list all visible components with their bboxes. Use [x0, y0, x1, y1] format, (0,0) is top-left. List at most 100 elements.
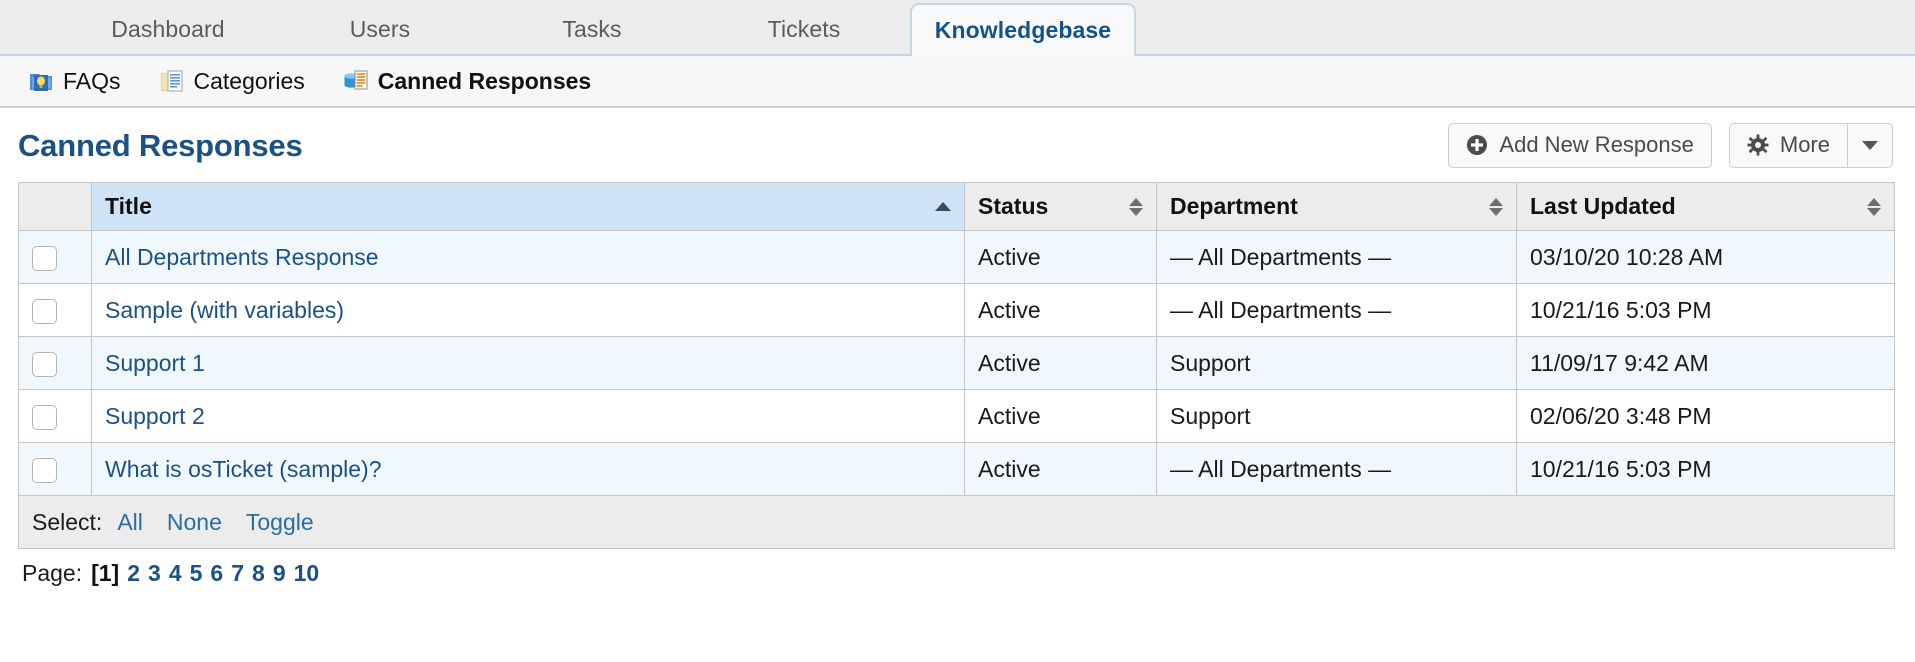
table-row: What is osTicket (sample)? Active — All …: [18, 442, 1895, 496]
subnav-item-canned-responses-label: Canned Responses: [377, 67, 592, 94]
row-department-cell: — All Departments —: [1156, 283, 1517, 337]
table-row: Sample (with variables) Active — All Dep…: [18, 283, 1895, 337]
column-header-status-label: Status: [978, 193, 1049, 219]
more-button-group: More: [1728, 122, 1893, 168]
tab-knowledgebase[interactable]: Knowledgebase: [910, 3, 1136, 56]
row-title-cell: All Departments Response: [91, 230, 965, 284]
knowledgebase-subnav: FAQs Categories Canned Responses: [0, 56, 1915, 108]
pagination-page-7[interactable]: 7: [231, 560, 244, 587]
table-row: Support 2 Active Support 02/06/20 3:48 P…: [18, 389, 1895, 443]
canned-responses-table-container: Title Status Department Last Updated All…: [0, 182, 1915, 549]
pagination-label: Page:: [22, 560, 83, 586]
pagination-page-8[interactable]: 8: [252, 560, 265, 587]
row-updated-cell: 03/10/20 10:28 AM: [1516, 230, 1895, 284]
canned-responses-icon: [343, 68, 369, 94]
pagination-page-10[interactable]: 10: [294, 560, 320, 587]
table-header-row: Title Status Department Last Updated: [18, 182, 1895, 231]
row-status-cell: Active: [964, 230, 1157, 284]
page-title: Canned Responses: [18, 127, 303, 163]
row-select-cell: [18, 389, 92, 443]
column-header-last-updated[interactable]: Last Updated: [1516, 182, 1895, 231]
select-actions-cell: Select: All None Toggle: [18, 495, 1895, 549]
sort-toggle-icon: [1867, 197, 1881, 216]
column-header-status[interactable]: Status: [964, 182, 1157, 231]
select-toggle-link[interactable]: Toggle: [246, 509, 314, 536]
row-status-cell: Active: [964, 336, 1157, 390]
row-status-cell: Active: [964, 442, 1157, 496]
row-status-cell: Active: [964, 389, 1157, 443]
row-updated-cell: 10/21/16 5:03 PM: [1516, 283, 1895, 337]
sort-ascending-icon: [935, 202, 951, 211]
column-header-department[interactable]: Department: [1156, 182, 1517, 231]
pagination-current-page: [1]: [91, 560, 120, 586]
response-title-link[interactable]: Support 1: [105, 350, 205, 376]
table-row: Support 1 Active Support 11/09/17 9:42 A…: [18, 336, 1895, 390]
row-department-cell: — All Departments —: [1156, 442, 1517, 496]
tab-dashboard[interactable]: Dashboard: [62, 18, 274, 54]
row-updated-cell: 10/21/16 5:03 PM: [1516, 442, 1895, 496]
row-department-cell: — All Departments —: [1156, 230, 1517, 284]
select-none-link[interactable]: None: [167, 509, 222, 536]
sort-toggle-icon: [1129, 197, 1143, 216]
tab-list: Dashboard Users Tasks Tickets Knowledgeb…: [0, 0, 1915, 56]
subnav-item-canned-responses[interactable]: Canned Responses: [343, 68, 591, 94]
pagination-page-5[interactable]: 5: [190, 560, 203, 587]
table-head: Title Status Department Last Updated: [18, 182, 1895, 231]
column-header-department-label: Department: [1170, 193, 1298, 219]
row-checkbox[interactable]: [32, 298, 57, 324]
row-department-cell: Support: [1156, 336, 1517, 390]
column-header-title-label: Title: [105, 193, 152, 219]
row-checkbox[interactable]: [32, 457, 57, 483]
pagination-page-6[interactable]: 6: [210, 560, 223, 587]
column-header-select: [18, 182, 92, 231]
gear-icon: [1747, 134, 1769, 156]
pagination-page-3[interactable]: 3: [148, 560, 161, 587]
subnav-item-faqs-label: FAQs: [63, 67, 121, 94]
more-button-label: More: [1779, 132, 1830, 157]
pagination-page-9[interactable]: 9: [273, 560, 286, 587]
row-title-cell: Support 1: [91, 336, 965, 390]
tab-users-label: Users: [349, 16, 411, 42]
tab-dashboard-label: Dashboard: [111, 16, 225, 42]
add-new-response-label: Add New Response: [1499, 132, 1694, 157]
add-new-response-button[interactable]: Add New Response: [1448, 122, 1712, 168]
column-header-title[interactable]: Title: [91, 182, 965, 231]
response-title-link[interactable]: Support 2: [105, 403, 205, 429]
subnav-item-categories-label: Categories: [193, 67, 305, 94]
tab-tickets-label: Tickets: [767, 16, 841, 42]
tab-users[interactable]: Users: [274, 18, 486, 54]
chevron-down-icon: [1862, 140, 1878, 150]
row-select-cell: [18, 336, 92, 390]
tab-tickets[interactable]: Tickets: [698, 18, 910, 54]
row-updated-cell: 11/09/17 9:42 AM: [1516, 336, 1895, 390]
pagination-page-2[interactable]: 2: [127, 560, 140, 587]
row-checkbox[interactable]: [32, 351, 57, 377]
select-label: Select:: [32, 508, 103, 535]
table-body: All Departments Response Active — All De…: [18, 230, 1895, 496]
response-title-link[interactable]: What is osTicket (sample)?: [105, 456, 382, 482]
subnav-item-categories[interactable]: Categories: [159, 68, 305, 94]
tab-tasks[interactable]: Tasks: [486, 18, 698, 54]
row-title-cell: What is osTicket (sample)?: [91, 442, 965, 496]
row-updated-cell: 02/06/20 3:48 PM: [1516, 389, 1895, 443]
response-title-link[interactable]: All Departments Response: [105, 244, 379, 270]
more-dropdown-toggle[interactable]: [1847, 122, 1893, 168]
row-title-cell: Support 2: [91, 389, 965, 443]
row-select-cell: [18, 283, 92, 337]
select-all-link[interactable]: All: [117, 509, 143, 536]
table-foot: Select: All None Toggle: [18, 495, 1895, 549]
row-select-cell: [18, 230, 92, 284]
pagination: Page: [1] 2 3 4 5 6 7 8 9 10: [0, 549, 1915, 587]
tab-tasks-label: Tasks: [562, 16, 622, 42]
sort-toggle-icon: [1489, 197, 1503, 216]
more-button[interactable]: More: [1728, 122, 1847, 168]
row-status-cell: Active: [964, 283, 1157, 337]
row-department-cell: Support: [1156, 389, 1517, 443]
row-checkbox[interactable]: [32, 245, 57, 271]
page-actions: Add New Response More: [1448, 122, 1893, 168]
subnav-item-faqs[interactable]: FAQs: [28, 68, 121, 94]
canned-responses-table: Title Status Department Last Updated All…: [18, 182, 1895, 549]
pagination-page-4[interactable]: 4: [169, 560, 182, 587]
row-checkbox[interactable]: [32, 404, 57, 430]
response-title-link[interactable]: Sample (with variables): [105, 297, 344, 323]
